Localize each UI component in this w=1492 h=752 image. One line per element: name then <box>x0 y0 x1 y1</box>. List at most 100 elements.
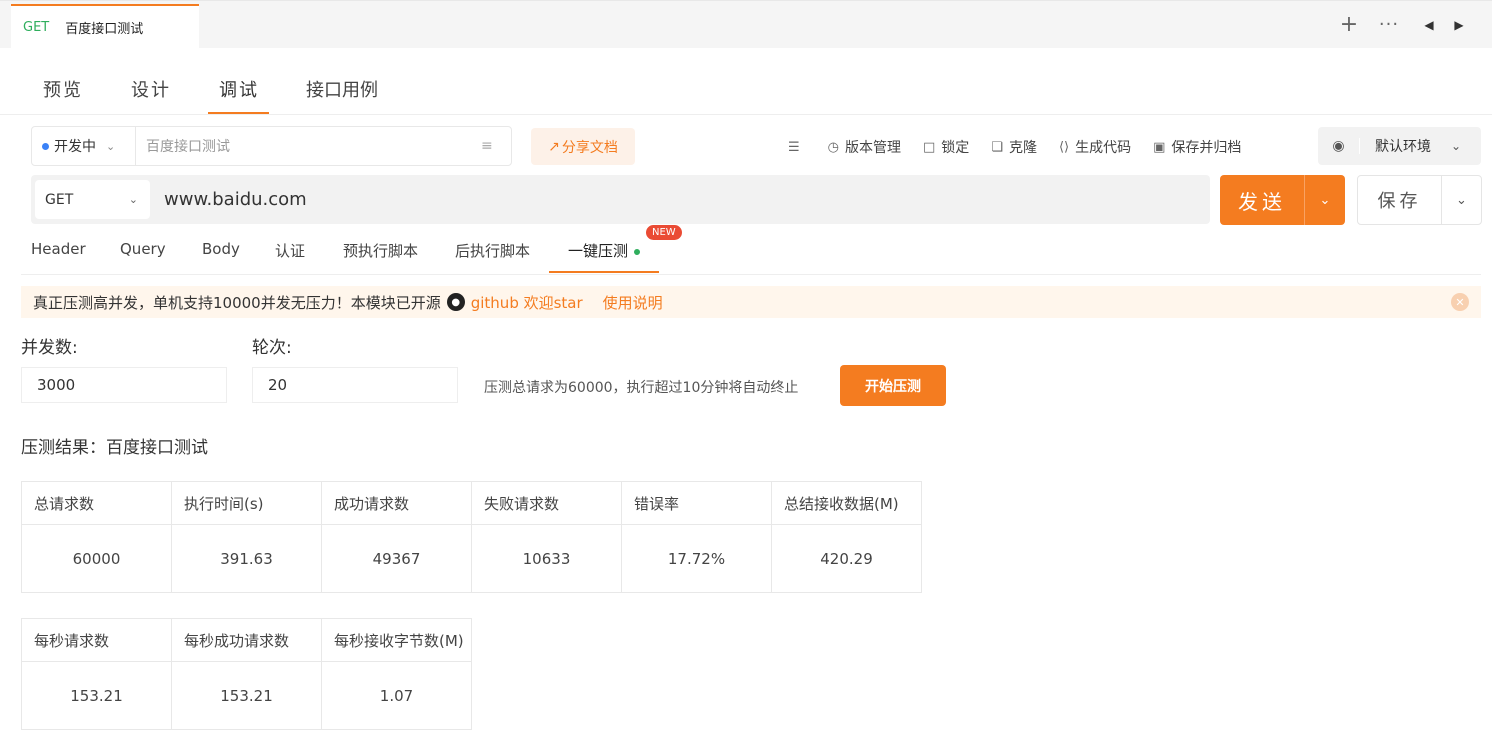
new-badge: NEW <box>646 225 682 240</box>
result-title: 压测结果：百度接口测试 <box>21 438 208 458</box>
archive-icon: ▣ <box>1153 139 1166 155</box>
notice-banner: 真正压测高并发，单机支持10000并发无压力！本模块已开源 ● github 欢… <box>21 286 1481 318</box>
generate-code-button[interactable]: ⟨⟩ 生成代码 <box>1059 137 1131 157</box>
tab-pre-script[interactable]: 预执行脚本 <box>343 240 418 261</box>
notice-text: 真正压测高并发，单机支持10000并发无压力！本模块已开源 <box>33 293 441 312</box>
table-cell: 391.63 <box>171 524 322 593</box>
table-row: 60000 391.63 49367 10633 17.72% 420.29 <box>21 524 922 593</box>
share-icon: ↗ <box>548 138 560 155</box>
tab-api-cases[interactable]: 接口用例 <box>306 76 378 102</box>
per-second-table: 每秒请求数 每秒成功请求数 每秒接收字节数(M) 153.21 153.21 1… <box>21 618 472 730</box>
table-header: 成功请求数 <box>321 481 472 525</box>
table-header: 每秒请求数 <box>21 618 172 662</box>
table-cell: 10633 <box>471 524 622 593</box>
save-button[interactable]: 保存 ⌄ <box>1357 175 1482 225</box>
tab-post-script[interactable]: 后执行脚本 <box>455 240 530 261</box>
close-icon[interactable]: ✕ <box>1451 293 1469 311</box>
lock-button[interactable]: □ 锁定 <box>923 137 969 157</box>
table-cell: 1.07 <box>321 661 472 730</box>
result-table: 总请求数 执行时间(s) 成功请求数 失败请求数 错误率 总结接收数据(M) 6… <box>21 481 922 593</box>
table-cell: 420.29 <box>771 524 922 593</box>
github-link[interactable]: github 欢迎star <box>471 292 583 313</box>
eye-icon[interactable]: ◉ <box>1318 138 1360 154</box>
tab-debug[interactable]: 调试 <box>219 76 259 102</box>
rounds-input[interactable] <box>252 367 458 403</box>
save-archive-button[interactable]: ▣ 保存并归档 <box>1153 137 1241 157</box>
chevron-down-icon[interactable]: ⌄ <box>1305 175 1345 225</box>
tab-preview[interactable]: 预览 <box>43 76 83 102</box>
status-name-box: 开发中 ⌄ ≡ <box>31 126 512 166</box>
lock-label: 锁定 <box>941 140 970 156</box>
start-load-test-button[interactable]: 开始压测 <box>840 365 946 406</box>
document-tab-strip: GET 百度接口测试 + ··· ◀ ▶ <box>0 0 1492 49</box>
active-subtab-indicator <box>549 271 659 273</box>
url-input[interactable]: www.baidu.com <box>164 189 307 210</box>
concurrency-input[interactable] <box>21 367 227 403</box>
send-label[interactable]: 发送 <box>1220 175 1305 225</box>
table-cell: 153.21 <box>171 661 322 730</box>
outline-toggle[interactable]: ☰ <box>788 140 806 155</box>
add-tab-icon[interactable]: + <box>1334 14 1364 36</box>
scroll-right-icon[interactable]: ▶ <box>1444 15 1474 35</box>
tab-design[interactable]: 设计 <box>131 76 171 102</box>
version-button[interactable]: ◷ 版本管理 <box>828 137 901 157</box>
chevron-down-icon[interactable]: ⌄ <box>1442 176 1481 224</box>
save-label[interactable]: 保存 <box>1358 176 1442 224</box>
status-select[interactable]: 开发中 ⌄ <box>32 127 136 165</box>
table-header: 总结接收数据(M) <box>771 481 922 525</box>
status-dot <box>634 248 641 255</box>
clone-label: 克隆 <box>1008 140 1037 156</box>
table-header: 每秒接收字节数(M) <box>321 618 472 662</box>
table-header: 错误率 <box>621 481 772 525</box>
method-label: GET <box>45 191 74 208</box>
edit-icon[interactable]: ≡ <box>481 138 511 154</box>
save-archive-label: 保存并归档 <box>1171 140 1242 156</box>
toolbar-actions: ☰ ◷ 版本管理 □ 锁定 ❏ 克隆 ⟨⟩ 生成代码 ▣ 保存并归档 <box>788 137 1263 157</box>
table-cell: 49367 <box>321 524 472 593</box>
environment-select[interactable]: ◉ 默认环境 ⌄ <box>1318 127 1481 165</box>
active-tab-indicator <box>208 112 269 114</box>
url-bar: GET ⌄ www.baidu.com <box>31 175 1210 224</box>
lock-icon: □ <box>923 139 936 155</box>
concurrency-label: 并发数: <box>21 338 78 358</box>
method-select[interactable]: GET ⌄ <box>35 180 150 219</box>
generate-code-label: 生成代码 <box>1075 140 1132 156</box>
github-icon: ● <box>446 293 465 311</box>
copy-icon: ❏ <box>991 139 1003 155</box>
clone-button[interactable]: ❏ 克隆 <box>991 137 1037 157</box>
code-icon: ⟨⟩ <box>1058 139 1070 155</box>
api-name-input[interactable] <box>136 138 481 154</box>
tab-query[interactable]: Query <box>120 240 166 258</box>
table-cell: 60000 <box>21 524 172 593</box>
rounds-label: 轮次: <box>252 338 292 358</box>
outline-icon: ☰ <box>788 139 800 155</box>
clock-icon: ◷ <box>827 139 839 155</box>
table-row: 153.21 153.21 1.07 <box>21 661 472 730</box>
share-label: 分享文档 <box>561 139 618 156</box>
table-header: 执行时间(s) <box>171 481 322 525</box>
chevron-down-icon: ⌄ <box>106 139 116 153</box>
request-sub-tabs: Header Query Body 认证 预执行脚本 后执行脚本 一键压测 NE… <box>21 225 1481 275</box>
load-hint: 压测总请求为60000，执行超过10分钟将自动终止 <box>484 380 799 396</box>
table-header: 总请求数 <box>21 481 172 525</box>
chevron-down-icon: ⌄ <box>128 193 138 206</box>
tab-load-test[interactable]: 一键压测 <box>568 240 641 261</box>
tab-header[interactable]: Header <box>31 240 86 258</box>
main-tabs: 预览 设计 调试 接口用例 <box>0 62 1492 115</box>
usage-link[interactable]: 使用说明 <box>603 292 663 313</box>
tab-auth[interactable]: 认证 <box>275 240 305 261</box>
chevron-down-icon: ⌄ <box>1451 139 1462 153</box>
share-doc-button[interactable]: ↗ 分享文档 <box>531 128 635 165</box>
more-icon[interactable]: ··· <box>1364 15 1414 35</box>
table-cell: 17.72% <box>621 524 772 593</box>
table-header: 失败请求数 <box>471 481 622 525</box>
document-tab-method: GET <box>23 20 50 35</box>
document-tab[interactable]: GET 百度接口测试 <box>11 4 199 49</box>
version-label: 版本管理 <box>845 140 901 156</box>
send-button[interactable]: 发送 ⌄ <box>1220 175 1345 225</box>
status-dot <box>42 142 49 150</box>
document-tab-name: 百度接口测试 <box>65 22 144 37</box>
scroll-left-icon[interactable]: ◀ <box>1414 15 1444 35</box>
tab-body[interactable]: Body <box>202 240 240 258</box>
environment-name: 默认环境 <box>1375 139 1431 155</box>
